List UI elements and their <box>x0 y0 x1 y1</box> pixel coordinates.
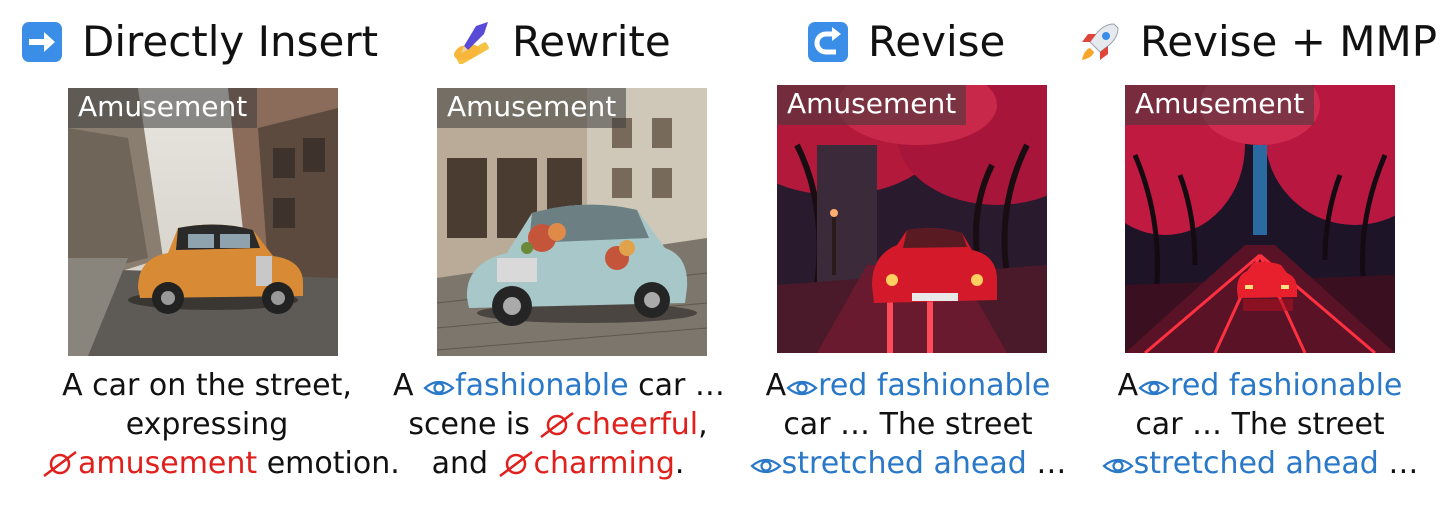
eye-icon <box>1138 380 1170 396</box>
caption-line: amusement emotion. <box>42 444 400 483</box>
crossed-out-icon <box>540 412 575 438</box>
method-title: Revise + MMP <box>1140 17 1438 66</box>
image-red-car-tree-street <box>777 85 1047 353</box>
caption-revise: A red fashionable car … The street stret… <box>738 366 1078 483</box>
eye-icon <box>749 458 782 474</box>
caption-line: car … The street <box>783 407 1033 442</box>
caption-line: A fashionable car … <box>393 366 725 405</box>
caption-text: , <box>698 407 708 442</box>
caption-rewrite: A fashionable car … scene is cheerful, a… <box>393 366 725 483</box>
method-title: Directly Insert <box>82 17 379 66</box>
rocket-icon <box>1082 23 1119 60</box>
caption-line: A red fashionable <box>738 366 1078 405</box>
method-header-revise: Revise <box>806 12 1005 72</box>
eye-icon <box>423 380 455 396</box>
image-vintage-car-flowers <box>437 88 707 356</box>
caption-text: emotion. <box>257 446 400 481</box>
generated-image-revise: Amusement <box>777 85 1047 353</box>
positive-visual-word: red fashionable <box>818 368 1051 403</box>
generated-image-revise-mmp: Amusement <box>1125 85 1395 353</box>
negative-emotion-word: cheerful <box>575 407 699 442</box>
caption-text: A <box>1117 368 1139 403</box>
caption-line: expressing <box>125 407 289 442</box>
right-arrow-icon <box>22 22 62 62</box>
positive-visual-word: stretched ahead <box>1133 446 1379 481</box>
caption-line: car … The street <box>1135 407 1385 442</box>
caption-line: and charming. <box>393 444 723 483</box>
caption-text: A <box>765 368 787 403</box>
negative-emotion-word: amusement <box>78 446 258 481</box>
negative-emotion-word: charming <box>533 446 675 481</box>
caption-line: scene is cheerful, <box>393 405 723 444</box>
crossed-out-icon <box>498 451 533 477</box>
method-header-rewrite: Rewrite <box>450 12 671 72</box>
positive-visual-word: fashionable <box>455 368 629 403</box>
emotion-label: Amusement <box>437 88 627 128</box>
emotion-label: Amusement <box>1125 85 1315 125</box>
emotion-label: Amusement <box>777 85 967 125</box>
caption-text: scene is <box>408 407 540 442</box>
caption-line: stretched ahead … <box>1090 444 1430 483</box>
caption-text: . <box>674 446 685 481</box>
generated-image-directly-insert: Amusement <box>68 88 338 356</box>
emotion-label: Amusement <box>68 88 258 128</box>
caption-directly-insert: A car on the street, expressing amusemen… <box>42 366 400 483</box>
caption-text: A <box>393 368 424 403</box>
caption-revise-mmp: A red fashionable car … The street stret… <box>1090 366 1430 483</box>
image-orange-car-street <box>68 88 338 356</box>
caption-line: A car on the street, <box>62 368 352 403</box>
positive-visual-word: red fashionable <box>1170 368 1403 403</box>
caption-text: … <box>1378 446 1419 481</box>
method-title: Revise <box>868 17 1006 66</box>
caption-text: and <box>431 446 498 481</box>
return-arrow-icon <box>808 22 848 62</box>
method-header-revise-mmp: Revise + MMP <box>1078 12 1437 72</box>
caption-text: … <box>1026 446 1067 481</box>
positive-visual-word: stretched ahead <box>781 446 1027 481</box>
method-header-directly-insert: Directly Insert <box>20 12 378 72</box>
writing-hand-icon <box>454 22 489 64</box>
caption-line: stretched ahead … <box>738 444 1078 483</box>
eye-icon <box>1101 458 1134 474</box>
caption-line: A red fashionable <box>1090 366 1430 405</box>
method-title: Rewrite <box>512 17 671 66</box>
generated-image-rewrite: Amusement <box>437 88 707 356</box>
crossed-out-icon <box>43 451 77 477</box>
eye-icon <box>786 380 818 396</box>
caption-text: car … <box>628 368 725 403</box>
image-red-sports-car-neon-street <box>1125 85 1395 353</box>
